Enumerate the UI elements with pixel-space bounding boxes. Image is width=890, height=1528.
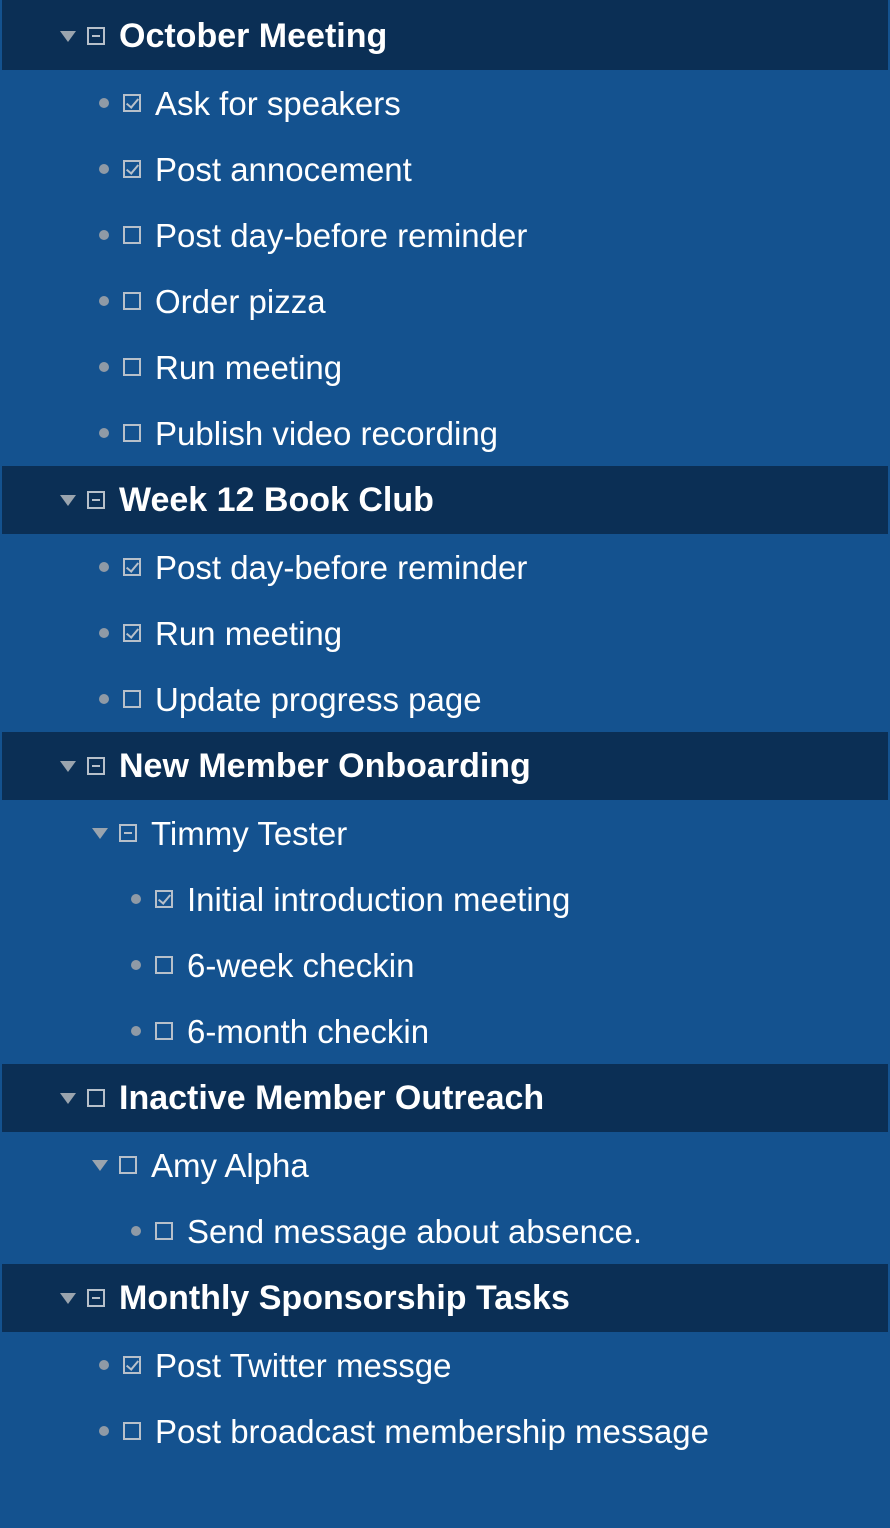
group-row-week-12-book-club[interactable]: Week 12 Book Club [2, 466, 888, 534]
disclosure-triangle-icon[interactable] [60, 760, 76, 772]
unchecked-checkbox-icon[interactable] [123, 358, 141, 376]
unchecked-checkbox-icon[interactable] [123, 1422, 141, 1440]
task-label: Update progress page [155, 680, 482, 718]
checked-checkbox-icon[interactable] [123, 1356, 141, 1374]
task-label: Post broadcast membership message [155, 1412, 709, 1450]
bullet-icon [99, 562, 109, 572]
bullet-icon [99, 628, 109, 638]
task-label: Ask for speakers [155, 84, 401, 122]
group-row-october-meeting[interactable]: October Meeting [2, 2, 888, 70]
mixed-checkbox-icon[interactable] [87, 27, 105, 45]
unchecked-checkbox-icon[interactable] [123, 292, 141, 310]
task-row[interactable]: Post day-before reminder [2, 202, 888, 268]
task-row[interactable]: Ask for speakers [2, 70, 888, 136]
group-title: Monthly Sponsorship Tasks [119, 1279, 570, 1317]
task-row[interactable]: Post annocement [2, 136, 888, 202]
task-label: Post annocement [155, 150, 412, 188]
task-label: Send message about absence. [187, 1212, 642, 1250]
task-row[interactable]: Post day-before reminder [2, 534, 888, 600]
bullet-icon [131, 1026, 141, 1036]
checked-checkbox-icon[interactable] [123, 160, 141, 178]
task-outline: October Meeting Ask for speakers Post an… [2, 0, 888, 1526]
task-row[interactable]: Post broadcast membership message [2, 1398, 888, 1464]
disclosure-triangle-icon[interactable] [92, 827, 108, 839]
disclosure-triangle-icon[interactable] [60, 494, 76, 506]
group-row-inactive-member-outreach[interactable]: Inactive Member Outreach [2, 1064, 888, 1132]
bullet-icon [99, 230, 109, 240]
subgroup-row-amy-alpha[interactable]: Amy Alpha [2, 1132, 888, 1198]
mixed-checkbox-icon[interactable] [119, 824, 137, 842]
task-label: 6-week checkin [187, 946, 415, 984]
bullet-icon [99, 428, 109, 438]
task-row[interactable]: Initial introduction meeting [2, 866, 888, 932]
task-row[interactable]: Order pizza [2, 268, 888, 334]
task-label: Post day-before reminder [155, 548, 528, 586]
mixed-checkbox-icon[interactable] [87, 1289, 105, 1307]
group-title: Inactive Member Outreach [119, 1079, 545, 1117]
checked-checkbox-icon[interactable] [123, 624, 141, 642]
subgroup-title: Amy Alpha [151, 1146, 309, 1184]
unchecked-checkbox-icon[interactable] [87, 1089, 105, 1107]
task-label: Post Twitter messge [155, 1346, 452, 1384]
mixed-checkbox-icon[interactable] [87, 757, 105, 775]
bullet-icon [99, 1426, 109, 1436]
subgroup-row-timmy-tester[interactable]: Timmy Tester [2, 800, 888, 866]
bullet-icon [99, 164, 109, 174]
task-label: Order pizza [155, 282, 326, 320]
task-row[interactable]: Run meeting [2, 600, 888, 666]
subgroup-title: Timmy Tester [151, 814, 348, 852]
group-row-monthly-sponsorship-tasks[interactable]: Monthly Sponsorship Tasks [2, 1264, 888, 1332]
checked-checkbox-icon[interactable] [123, 94, 141, 112]
task-row[interactable]: Update progress page [2, 666, 888, 732]
unchecked-checkbox-icon[interactable] [155, 1222, 173, 1240]
group-title: Week 12 Book Club [119, 481, 434, 519]
group-row-new-member-onboarding[interactable]: New Member Onboarding [2, 732, 888, 800]
unchecked-checkbox-icon[interactable] [123, 424, 141, 442]
task-row[interactable]: 6-week checkin [2, 932, 888, 998]
bullet-icon [99, 296, 109, 306]
task-row[interactable]: Post Twitter messge [2, 1332, 888, 1398]
unchecked-checkbox-icon[interactable] [123, 690, 141, 708]
task-label: 6-month checkin [187, 1012, 430, 1050]
bullet-icon [99, 694, 109, 704]
mixed-checkbox-icon[interactable] [87, 491, 105, 509]
task-row[interactable]: Run meeting [2, 334, 888, 400]
bullet-icon [131, 894, 141, 904]
group-title: October Meeting [119, 17, 388, 55]
bullet-icon [99, 362, 109, 372]
unchecked-checkbox-icon[interactable] [123, 226, 141, 244]
disclosure-triangle-icon[interactable] [92, 1159, 108, 1171]
disclosure-triangle-icon[interactable] [60, 30, 76, 42]
checked-checkbox-icon[interactable] [155, 890, 173, 908]
task-row[interactable]: Send message about absence. [2, 1198, 888, 1264]
task-label: Run meeting [155, 614, 343, 652]
unchecked-checkbox-icon[interactable] [155, 1022, 173, 1040]
bullet-icon [99, 98, 109, 108]
disclosure-triangle-icon[interactable] [60, 1092, 76, 1104]
bullet-icon [99, 1360, 109, 1370]
task-label: Publish video recording [155, 414, 499, 452]
task-label: Post day-before reminder [155, 216, 528, 254]
group-title: New Member Onboarding [119, 747, 531, 785]
bullet-icon [131, 960, 141, 970]
task-label: Run meeting [155, 348, 343, 386]
checked-checkbox-icon[interactable] [123, 558, 141, 576]
task-label: Initial introduction meeting [187, 880, 571, 918]
bullet-icon [131, 1226, 141, 1236]
unchecked-checkbox-icon[interactable] [119, 1156, 137, 1174]
task-row[interactable]: Publish video recording [2, 400, 888, 466]
disclosure-triangle-icon[interactable] [60, 1292, 76, 1304]
task-row[interactable]: 6-month checkin [2, 998, 888, 1064]
unchecked-checkbox-icon[interactable] [155, 956, 173, 974]
